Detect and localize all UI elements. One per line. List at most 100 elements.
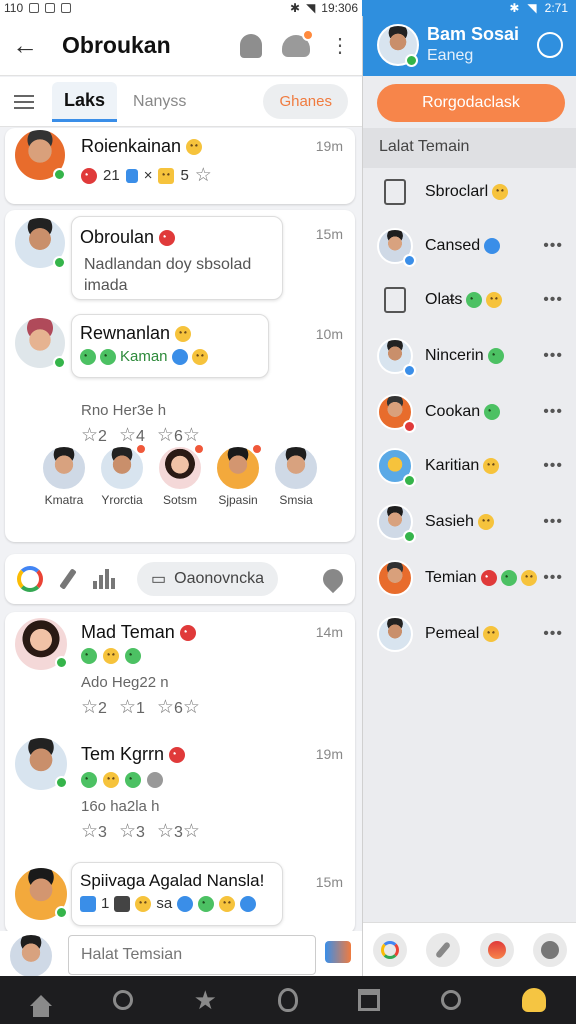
more-icon[interactable]: ••• xyxy=(543,237,563,255)
star-icon[interactable]: ☆ xyxy=(81,821,98,842)
emoji-icon xyxy=(125,648,141,664)
contact-item[interactable]: Sbroclarl xyxy=(363,170,576,214)
more-icon[interactable]: ••• xyxy=(543,513,563,531)
star-icon[interactable]: ☆ xyxy=(81,425,98,446)
contact-item[interactable]: Temian ••• xyxy=(363,556,576,600)
star-icon[interactable]: ☆ xyxy=(183,697,200,718)
more-icon[interactable]: ••• xyxy=(543,569,563,587)
avatar[interactable] xyxy=(273,445,319,491)
online-indicator xyxy=(53,168,66,181)
message-bubble[interactable]: Obroulan Nadlandan doy sbsolad imada xyxy=(71,216,283,300)
emoji-icon xyxy=(100,348,116,365)
google-icon[interactable] xyxy=(17,566,43,592)
status-dot xyxy=(403,530,416,543)
star-count: 1 xyxy=(136,700,145,717)
message-input[interactable] xyxy=(68,935,316,975)
notification-bell-icon[interactable] xyxy=(282,28,314,57)
user-icon[interactable] xyxy=(521,988,546,1012)
search-icon[interactable] xyxy=(537,32,563,58)
person-label: Smsia xyxy=(279,493,313,507)
tab-laks[interactable]: Laks xyxy=(52,81,118,122)
chat-pane: ← Obroukan ⋮ Laks Nanyss Ghanes Roienkai… xyxy=(0,16,362,979)
more-icon[interactable]: ••• xyxy=(543,291,563,309)
back-arrow-icon[interactable]: ← xyxy=(12,30,46,61)
star-icon[interactable]: ☆ xyxy=(157,425,174,446)
contact-item[interactable]: Olaᵵs ••• xyxy=(363,278,576,322)
person-label: Kmatra xyxy=(44,493,84,507)
contact-label: Nincerin xyxy=(425,347,504,365)
person-chip[interactable]: Sotsm xyxy=(153,443,207,507)
contact-label: Cookan xyxy=(425,403,501,421)
status-time-right: 2:71 xyxy=(544,1,568,15)
chart-icon[interactable] xyxy=(93,569,115,589)
post-card[interactable]: Roienkainan 19m 21 × 5 ☆ xyxy=(5,128,355,204)
hamburger-menu-icon[interactable] xyxy=(14,94,34,109)
rorgodaclask-button[interactable]: Rorgodaclask xyxy=(377,84,565,122)
emoji-icon xyxy=(487,347,504,364)
contact-item[interactable]: Sasieh ••• xyxy=(363,500,576,544)
emoji-icon xyxy=(80,348,96,365)
person-chip[interactable]: Kmatra xyxy=(37,445,91,507)
tab-nanyss[interactable]: Nanyss xyxy=(121,85,198,119)
oaonovncka-button[interactable]: ▭ Oaonovncka xyxy=(137,562,278,596)
wrench-icon[interactable] xyxy=(426,932,461,967)
star-icon[interactable]: ☆ xyxy=(81,697,98,718)
post-card[interactable]: Mad Teman 14m Ado Heg22 n ☆2 ☆1 ☆6☆ Tem … xyxy=(5,612,355,934)
profile-icon[interactable] xyxy=(533,932,568,967)
my-avatar[interactable] xyxy=(8,933,54,979)
post-meta: Ado Heg22 n xyxy=(81,674,169,691)
more-icon[interactable]: ••• xyxy=(543,457,563,475)
star-count: 3 xyxy=(98,824,107,841)
shield-icon[interactable] xyxy=(277,988,298,1012)
page-title: Obroukan xyxy=(62,32,171,58)
post-time: 10m xyxy=(315,326,343,342)
badge-dot xyxy=(193,443,205,455)
pencil-icon[interactable] xyxy=(59,568,77,590)
message-bubble[interactable]: Rewnanlan Kaman xyxy=(71,314,269,378)
more-icon[interactable]: ••• xyxy=(543,347,563,365)
contact-item[interactable]: Nincerin ••• xyxy=(363,334,576,378)
emoji-icon xyxy=(125,772,141,788)
profile-header: Bam Sosai Eaneg xyxy=(363,16,576,76)
location-pin-icon[interactable] xyxy=(318,564,348,594)
post-time: 15m xyxy=(315,874,343,890)
bank-icon[interactable] xyxy=(358,989,381,1011)
person-chip[interactable]: Sjpasin xyxy=(211,443,265,507)
google-icon[interactable] xyxy=(372,932,407,967)
app-header: ← Obroukan ⋮ xyxy=(0,16,362,76)
ghanes-button[interactable]: Ghanes xyxy=(263,84,348,119)
reaction-row: 1 sa xyxy=(72,891,282,916)
avatar[interactable] xyxy=(41,445,87,491)
search-icon[interactable] xyxy=(440,990,461,1010)
emoji-icon xyxy=(103,772,119,788)
star-icon[interactable]: ☆ xyxy=(157,697,174,718)
star-icon[interactable]: ☆ xyxy=(119,425,136,446)
home-icon[interactable] xyxy=(30,994,53,1017)
post-time: 19m xyxy=(315,746,343,762)
star-icon[interactable]: ☆ xyxy=(195,164,212,187)
notification-dot xyxy=(302,28,314,41)
more-menu-icon[interactable]: ⋮ xyxy=(330,36,350,56)
rocket-icon[interactable] xyxy=(479,932,514,967)
person-label: Yrorctia xyxy=(101,493,143,507)
media-icon[interactable] xyxy=(325,941,351,963)
contact-item[interactable]: Pemeal ••• xyxy=(363,612,576,656)
star-icon[interactable]: ☆ xyxy=(157,821,174,842)
bottom-navigation: ★ xyxy=(0,976,576,1024)
contact-item[interactable]: Karitian ••• xyxy=(363,444,576,488)
star-icon[interactable]: ★ xyxy=(194,987,217,1013)
person-chip[interactable]: Yrorctia xyxy=(95,443,149,507)
person-chip[interactable]: Smsia xyxy=(269,445,323,507)
more-icon[interactable]: ••• xyxy=(543,403,563,421)
ghost-icon[interactable] xyxy=(240,33,262,58)
star-icon[interactable]: ☆ xyxy=(119,821,136,842)
search-icon[interactable] xyxy=(112,990,133,1010)
star-icon[interactable]: ☆ xyxy=(119,697,136,718)
contact-item[interactable]: Cookan ••• xyxy=(363,390,576,434)
message-bubble[interactable]: Spiivaga Agalad Nansla! 1 sa xyxy=(71,862,283,926)
contact-item[interactable]: Cansed ••• xyxy=(363,224,576,268)
emoji-icon xyxy=(177,895,194,912)
more-icon[interactable]: ••• xyxy=(543,625,563,643)
post-card[interactable]: 15m Obroulan Nadlandan doy sbsolad imada… xyxy=(5,210,355,542)
star-icon[interactable]: ☆ xyxy=(183,821,200,842)
